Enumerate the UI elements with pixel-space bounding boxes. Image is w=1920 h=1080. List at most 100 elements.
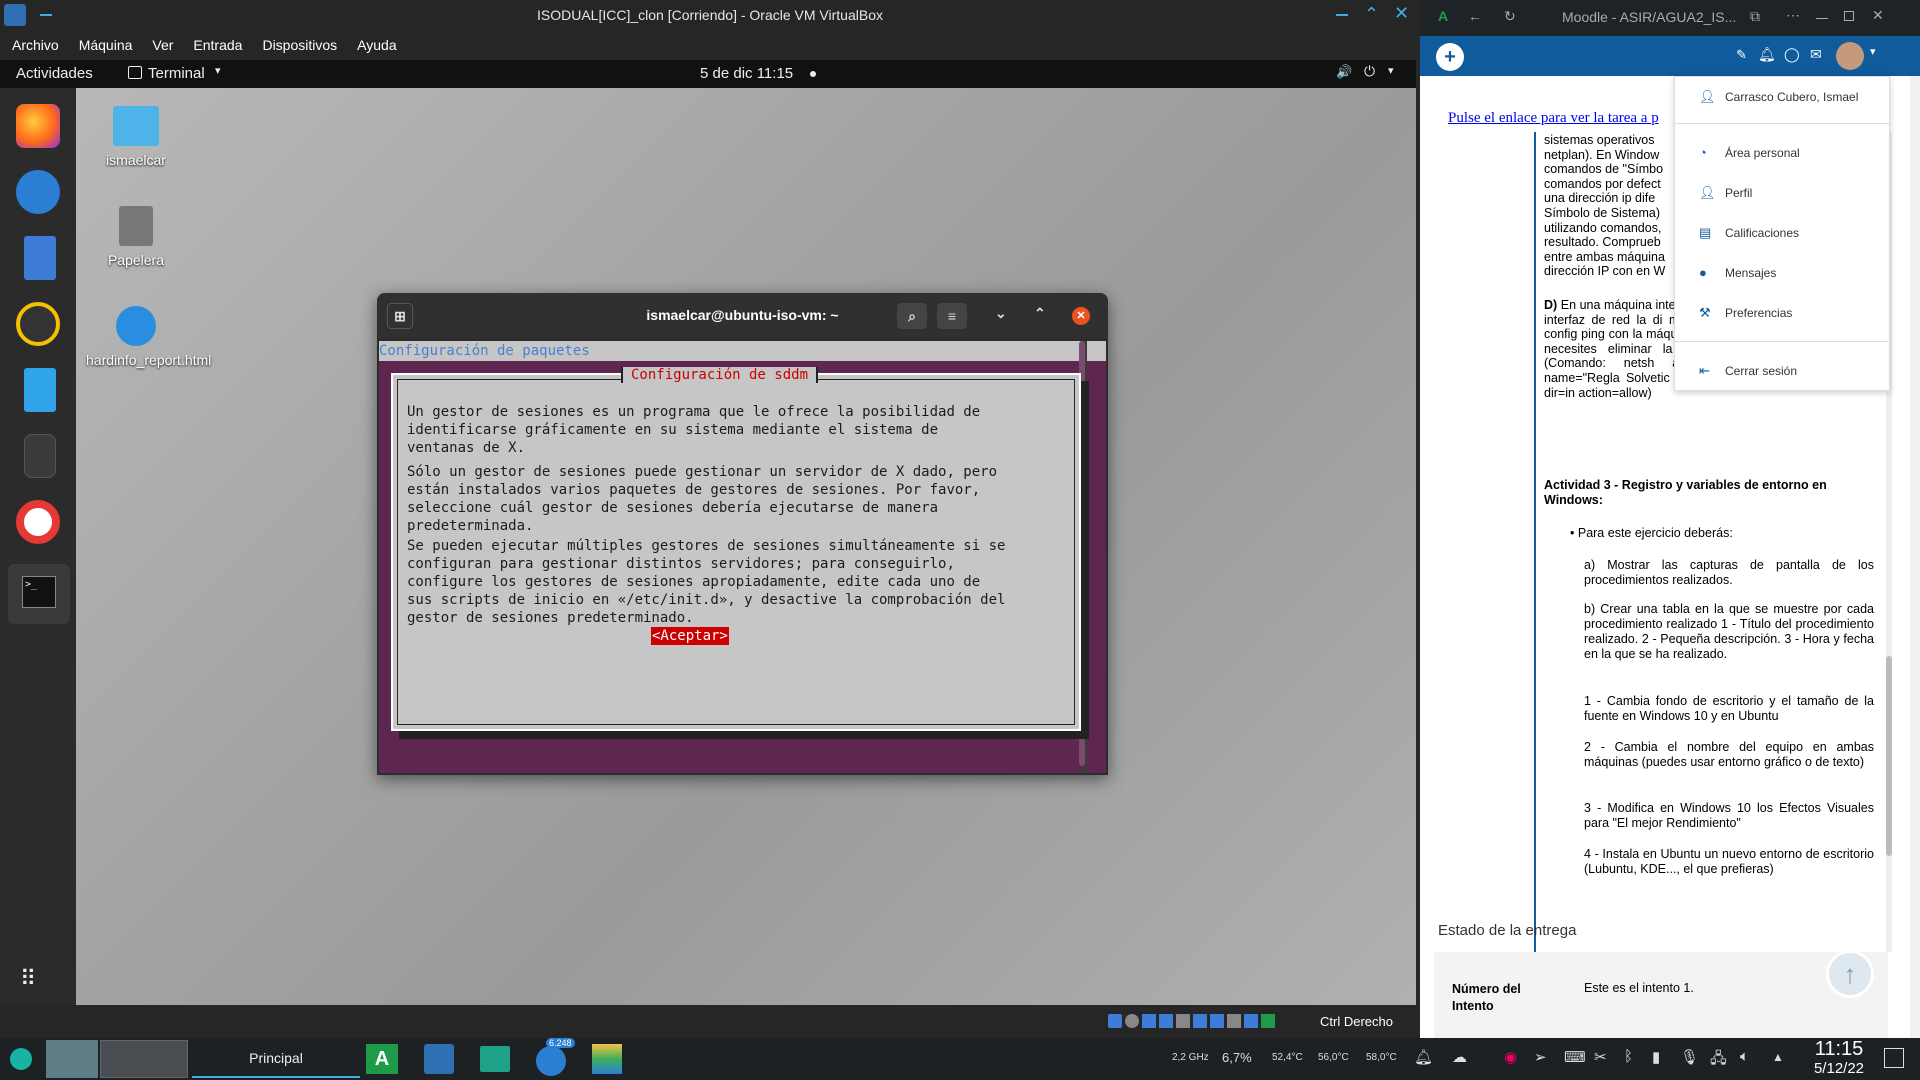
user-menu-name[interactable]: 👤︎ Carrasco Cubero, Ismael: [1675, 77, 1891, 117]
menu-archivo[interactable]: Archivo: [0, 32, 67, 53]
cpu-icon[interactable]: [1244, 1014, 1258, 1028]
virtualbox-app-icon[interactable]: [424, 1044, 454, 1074]
activities-button[interactable]: Actividades: [16, 65, 93, 82]
menu-ayuda[interactable]: Ayuda: [345, 32, 404, 53]
start-menu-icon[interactable]: [10, 1048, 32, 1070]
shared-folders-icon[interactable]: [1193, 1014, 1207, 1028]
usb-icon[interactable]: [1176, 1014, 1190, 1028]
trash-desktop-icon[interactable]: Papelera: [86, 206, 186, 268]
menu-item-calificaciones[interactable]: ▤ Calificaciones: [1675, 213, 1891, 253]
terminal-window[interactable]: ⊞ ismaelcar@ubuntu-iso-vm: ~ ⌕ ≡ ⌄ ⌃ ✕ C…: [377, 293, 1108, 775]
bell-icon[interactable]: 🔔︎: [1758, 46, 1776, 63]
tray-expand-icon[interactable]: ▲: [1772, 1050, 1784, 1064]
workspace-thumb-1[interactable]: [46, 1040, 98, 1078]
avatar[interactable]: [1836, 42, 1864, 70]
volume-icon[interactable]: 🔈︎: [1740, 1048, 1749, 1065]
search-icon[interactable]: ⌕: [897, 303, 927, 329]
hamburger-menu-icon[interactable]: ≡: [937, 303, 967, 329]
chat-icon[interactable]: ◯: [1784, 46, 1800, 63]
menu-entrada[interactable]: Entrada: [181, 32, 250, 53]
file-manager-app-icon[interactable]: [480, 1046, 510, 1072]
workspace-thumb-2[interactable]: [100, 1040, 188, 1078]
moodle-app-icon[interactable]: A: [366, 1044, 398, 1074]
chevron-down-icon[interactable]: ⌄: [995, 305, 1007, 322]
maximize-icon[interactable]: [1844, 11, 1854, 21]
menu-dispositivos[interactable]: Dispositivos: [250, 32, 345, 53]
volume-icon[interactable]: 🔊: [1336, 64, 1352, 80]
kdeconnect-icon[interactable]: ✂: [1594, 1048, 1607, 1066]
clock-time[interactable]: 11:15: [1804, 1038, 1874, 1061]
accept-button[interactable]: <Aceptar>: [651, 627, 729, 645]
pin-icon[interactable]: ✎: [1736, 47, 1747, 63]
layers-app-icon[interactable]: [592, 1044, 622, 1074]
battery-icon[interactable]: ▮: [1652, 1048, 1660, 1066]
browser-tab-title[interactable]: Moodle - ASIR/AGUA2_IS...: [1562, 9, 1736, 25]
show-desktop-icon[interactable]: [1884, 1048, 1904, 1068]
minimize-icon[interactable]: [1816, 18, 1828, 19]
home-folder-desktop-icon[interactable]: ismaelcar: [86, 106, 186, 168]
menu-item-preferencias[interactable]: ⚒ Preferencias: [1675, 293, 1891, 333]
power-icon[interactable]: ⏻: [1364, 63, 1375, 80]
inner-scrollbar-thumb[interactable]: [1886, 656, 1892, 856]
color-picker-icon[interactable]: ◉: [1504, 1048, 1517, 1066]
audio-icon[interactable]: [1142, 1014, 1156, 1028]
browser-titlebar[interactable]: A ← ↻ Moodle - ASIR/AGUA2_IS... ⧉ ⋯ ✕: [1420, 0, 1920, 36]
more-icon[interactable]: ⋯: [1786, 7, 1800, 24]
clock-date[interactable]: 5/12/22: [1804, 1060, 1874, 1077]
thunderbird-icon[interactable]: [16, 170, 60, 214]
microphone-icon[interactable]: 🎙︎: [1680, 1048, 1699, 1066]
close-icon[interactable]: ✕: [1072, 307, 1090, 325]
keyboard-icon[interactable]: ⌨: [1564, 1048, 1586, 1066]
menu-item-area-personal[interactable]: ◔ Área personal: [1675, 133, 1891, 173]
bluetooth-icon[interactable]: ᛒ: [1624, 1048, 1633, 1065]
optical-drive-icon[interactable]: [1125, 1014, 1139, 1028]
hdd-icon[interactable]: [1108, 1014, 1122, 1028]
network-icon[interactable]: [1159, 1014, 1173, 1028]
chevron-down-icon[interactable]: ▾: [1870, 45, 1876, 58]
software-icon[interactable]: [24, 434, 56, 478]
terminal-dock-highlight[interactable]: >_: [8, 564, 70, 624]
menu-maquina[interactable]: Máquina: [67, 32, 141, 53]
firefox-icon[interactable]: [16, 104, 60, 148]
vbox-titlebar[interactable]: ISODUAL[ICC]_clon [Corriendo] - Oracle V…: [0, 0, 1420, 30]
chevron-down-icon[interactable]: ▾: [1388, 64, 1394, 77]
app-menu-label[interactable]: Terminal: [148, 65, 205, 82]
show-apps-icon[interactable]: ⠿: [20, 968, 38, 990]
mail-icon[interactable]: ✉: [1810, 46, 1822, 63]
add-icon[interactable]: +: [1436, 43, 1464, 71]
topbar-clock[interactable]: 5 de dic 11:15: [700, 65, 793, 82]
files-icon[interactable]: [24, 236, 56, 280]
close-button[interactable]: ✕: [1394, 3, 1409, 24]
menu-item-cerrar-sesion[interactable]: ⇤ Cerrar sesión: [1675, 351, 1891, 391]
menu-item-mensajes[interactable]: ● Mensajes: [1675, 253, 1891, 293]
help-icon[interactable]: [16, 500, 60, 544]
page-scrollbar[interactable]: [1910, 76, 1920, 1038]
writer-icon[interactable]: [24, 368, 56, 412]
maximize-button[interactable]: ⌃: [1364, 4, 1379, 25]
network-icon[interactable]: 🖧: [1710, 1048, 1727, 1073]
minimize-button[interactable]: [1336, 14, 1348, 16]
send-icon[interactable]: ➢: [1534, 1048, 1547, 1066]
back-icon[interactable]: ←: [1468, 8, 1482, 24]
scroll-to-top-icon[interactable]: ↑: [1826, 950, 1874, 998]
install-app-icon[interactable]: ⧉: [1750, 8, 1760, 25]
rhythmbox-icon[interactable]: [16, 302, 60, 346]
reload-icon[interactable]: ↻: [1504, 8, 1516, 25]
recording-icon[interactable]: [1227, 1014, 1241, 1028]
menu-ver[interactable]: Ver: [140, 32, 181, 53]
menu-item-perfil[interactable]: 👤︎ Perfil: [1675, 173, 1891, 213]
notification-icon[interactable]: 🔔︎: [1414, 1048, 1433, 1066]
terminal-body[interactable]: Configuración de paquetes Configuración …: [379, 341, 1106, 773]
guest-display[interactable]: Actividades Terminal ▾ 5 de dic 11:15 🔊 …: [0, 60, 1416, 1005]
maximize-icon[interactable]: ⌃: [1034, 305, 1046, 322]
close-icon[interactable]: ✕: [1872, 7, 1884, 24]
chevron-down-icon[interactable]: ▾: [215, 64, 221, 77]
task-link[interactable]: Pulse el enlace para ver la tarea a p: [1448, 110, 1659, 127]
cloud-icon[interactable]: ☁: [1452, 1048, 1467, 1066]
thunderbird-app-icon[interactable]: [536, 1046, 566, 1076]
workspace-label[interactable]: Principal: [192, 1040, 360, 1078]
display-icon[interactable]: [1210, 1014, 1224, 1028]
terminal-headerbar[interactable]: ⊞ ismaelcar@ubuntu-iso-vm: ~ ⌕ ≡ ⌄ ⌃ ✕: [377, 293, 1108, 339]
html-file-desktop-icon[interactable]: hardinfo_report.html: [86, 306, 211, 368]
mouse-icon[interactable]: [1261, 1014, 1275, 1028]
